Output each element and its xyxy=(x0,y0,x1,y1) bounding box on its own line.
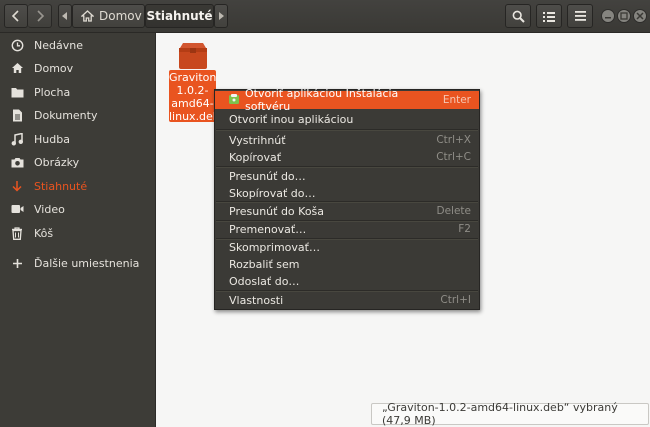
file-name-line: 1.0.2- xyxy=(176,84,209,97)
menu-item-label: Presunúť do… xyxy=(229,169,306,183)
path-current-button[interactable]: Stiahnuté xyxy=(145,4,214,28)
sidebar-item-home[interactable]: Domov xyxy=(0,57,156,79)
trash-icon xyxy=(0,226,34,240)
sidebar-item-music[interactable]: Hudba xyxy=(0,128,156,150)
clock-icon xyxy=(0,39,34,52)
file-name-line: amd64- xyxy=(171,97,214,110)
sidebar-item-documents[interactable]: Dokumenty xyxy=(0,104,156,126)
software-install-icon xyxy=(229,93,239,107)
video-icon xyxy=(0,204,34,214)
path-home-label: Domov xyxy=(99,9,142,23)
triangle-left-icon xyxy=(62,12,67,20)
document-icon xyxy=(0,109,34,122)
sidebar-item-label: Video xyxy=(34,202,65,216)
selection-status-bar: „Graviton-1.0.2-amd64-linux.deb“ vybraný… xyxy=(371,401,649,427)
menu-item-label: Skopírovať do… xyxy=(229,186,316,200)
menu-item-extract-here[interactable]: Rozbaliť sem xyxy=(215,255,479,273)
file-name-label[interactable]: Graviton- 1.0.2- amd64- linux.deb xyxy=(169,70,216,122)
maximize-icon xyxy=(620,12,628,20)
chevron-left-icon xyxy=(11,10,19,22)
sidebar-item-recent[interactable]: Nedávne xyxy=(0,34,156,56)
path-home-button[interactable]: Domov xyxy=(72,4,145,28)
sidebar-item-label: Plocha xyxy=(34,85,71,99)
menu-item-open-with-other[interactable]: Otvoriť inou aplikáciou xyxy=(215,110,479,128)
menu-item-compress[interactable]: Skomprimovať… xyxy=(215,238,479,256)
hamburger-icon xyxy=(574,11,586,21)
sidebar-item-label: Nedávne xyxy=(34,38,83,52)
chevron-right-icon xyxy=(36,10,44,22)
menu-item-shortcut: Ctrl+C xyxy=(436,151,471,163)
sidebar-item-pictures[interactable]: Obrázky xyxy=(0,151,156,173)
menu-item-cut[interactable]: Vystrihnúť Ctrl+X xyxy=(215,131,479,149)
menu-item-shortcut: F2 xyxy=(458,223,471,235)
plus-icon xyxy=(0,258,34,269)
menu-item-copy-to[interactable]: Skopírovať do… xyxy=(215,184,479,202)
package-icon[interactable] xyxy=(178,42,208,70)
sidebar-item-label: Hudba xyxy=(34,132,70,146)
triangle-right-icon xyxy=(219,12,224,20)
list-view-icon xyxy=(543,11,555,22)
context-menu: Otvoriť aplikáciou Inštalácia softvéru E… xyxy=(214,87,480,310)
view-options-button[interactable] xyxy=(536,4,562,28)
home-icon xyxy=(0,62,34,74)
app-menu-button[interactable] xyxy=(567,4,593,28)
sidebar-item-trash[interactable]: Kôš xyxy=(0,222,156,244)
back-button[interactable] xyxy=(4,4,28,28)
sidebar-item-label: Obrázky xyxy=(34,155,80,169)
menu-item-send-to[interactable]: Odoslať do… xyxy=(215,272,479,290)
menu-item-label: Kopírovať xyxy=(229,150,282,164)
header-bar: Domov Stiahnuté xyxy=(0,0,650,33)
menu-item-shortcut: Ctrl+X xyxy=(436,134,471,146)
menu-item-move-to-trash[interactable]: Presunúť do Koša Delete xyxy=(215,202,479,220)
status-text: „Graviton-1.0.2-amd64-linux.deb“ vybraný… xyxy=(382,401,618,427)
menu-item-move-to[interactable]: Presunúť do… xyxy=(215,167,479,185)
sidebar-item-downloads[interactable]: Stiahnuté xyxy=(0,175,156,197)
sidebar-item-label: Domov xyxy=(34,61,74,75)
menu-item-label: Premenovať… xyxy=(229,222,307,236)
sidebar-item-label: Kôš xyxy=(34,226,54,240)
path-scroll-left-button[interactable] xyxy=(58,4,72,28)
sidebar-item-label: Stiahnuté xyxy=(34,179,88,193)
menu-item-open-with-software-install[interactable]: Otvoriť aplikáciou Inštalácia softvéru E… xyxy=(215,87,479,113)
close-icon xyxy=(636,12,644,20)
menu-item-label: Presunúť do Koša xyxy=(229,204,325,218)
menu-item-label: Vlastnosti xyxy=(229,293,284,307)
path-scroll-right-button[interactable] xyxy=(214,4,228,28)
sidebar-item-desktop[interactable]: Plocha xyxy=(0,81,156,103)
camera-icon xyxy=(0,157,34,168)
menu-item-shortcut: Enter xyxy=(442,94,471,106)
file-name-line: Graviton- xyxy=(169,71,216,84)
menu-item-copy[interactable]: Kopírovať Ctrl+C xyxy=(215,148,479,166)
menu-item-label: Odoslať do… xyxy=(229,274,300,288)
sidebar-item-videos[interactable]: Video xyxy=(0,198,156,220)
sidebar-item-label: Dokumenty xyxy=(34,108,98,122)
menu-item-label: Vystrihnúť xyxy=(229,133,286,147)
menu-item-shortcut: Ctrl+I xyxy=(440,294,471,306)
file-name-line: linux.deb xyxy=(169,110,216,122)
sidebar-item-other-locations[interactable]: Ďalšie umiestnenia xyxy=(0,252,156,274)
menu-item-label: Rozbaliť sem xyxy=(229,257,300,271)
folder-icon xyxy=(0,87,34,98)
search-icon xyxy=(512,10,525,23)
home-icon xyxy=(81,10,94,22)
download-icon xyxy=(0,180,34,193)
sidebar-item-label: Ďalšie umiestnenia xyxy=(34,256,140,270)
close-window-button[interactable] xyxy=(633,9,647,23)
menu-item-shortcut: Delete xyxy=(436,205,472,217)
search-button[interactable] xyxy=(505,4,531,28)
menu-item-label: Otvoriť inou aplikáciou xyxy=(229,112,354,126)
maximize-window-button[interactable] xyxy=(617,9,631,23)
menu-item-properties[interactable]: Vlastnosti Ctrl+I xyxy=(215,291,479,309)
sidebar: Nedávne Domov Plocha Dokumenty Hudba Obr… xyxy=(0,33,156,427)
path-current-label: Stiahnuté xyxy=(146,9,213,23)
minimize-icon xyxy=(605,17,611,19)
music-icon xyxy=(0,132,34,146)
minimize-window-button[interactable] xyxy=(601,9,615,23)
menu-item-label: Skomprimovať… xyxy=(229,240,320,254)
menu-item-rename[interactable]: Premenovať… F2 xyxy=(215,220,479,238)
forward-button[interactable] xyxy=(28,4,52,28)
